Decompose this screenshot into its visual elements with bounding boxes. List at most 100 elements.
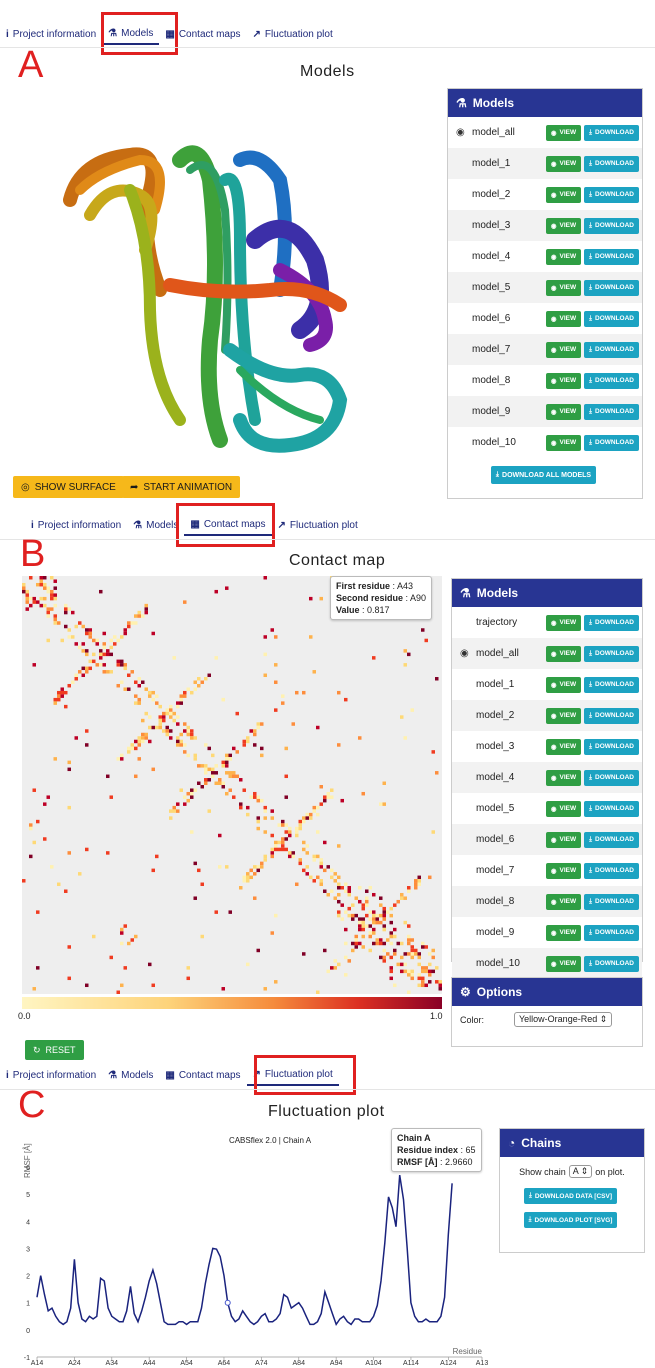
download-button[interactable]: ⤓ DOWNLOAD — [584, 124, 639, 141]
heatmap-cell — [214, 781, 218, 785]
download-button[interactable]: ⤓ DOWNLOAD — [584, 769, 639, 786]
heatmap-cell — [288, 851, 292, 855]
model-name: model_7 — [476, 865, 515, 876]
tab-project-information[interactable]: i Project information — [0, 23, 102, 45]
view-button[interactable]: ◉ VIEW — [545, 310, 582, 327]
view-button[interactable]: ◉ VIEW — [545, 248, 582, 265]
download-button[interactable]: ⤓ DOWNLOAD — [584, 434, 639, 451]
heatmap-cell — [302, 868, 306, 873]
view-button[interactable]: ◉ VIEW — [545, 769, 582, 786]
download-button[interactable]: ⤓ DOWNLOAD — [584, 893, 639, 910]
view-button[interactable]: ◉ VIEW — [545, 186, 582, 203]
view-button[interactable]: ◉ VIEW — [545, 279, 582, 296]
divider — [0, 539, 655, 540]
tab-project-information[interactable]: i Project information — [0, 1064, 102, 1086]
view-button[interactable]: ◉ VIEW — [545, 155, 582, 172]
heatmap-cell — [368, 931, 372, 935]
heatmap-cell — [354, 934, 358, 939]
show-surface-button[interactable]: ◎ SHOW SURFACE — [13, 476, 124, 498]
download-plot-svg-button[interactable]: ⤓ DOWNLOAD PLOT [SVG] — [523, 1212, 618, 1228]
heatmap-cell — [204, 767, 208, 772]
view-button[interactable]: ◉ VIEW — [545, 614, 582, 631]
tab-fluctuation-plot[interactable]: ↗ Fluctuation plot — [247, 23, 339, 45]
heatmap-cell — [165, 732, 169, 737]
heatmap-cell — [74, 736, 78, 740]
view-button[interactable]: ◉ VIEW — [545, 955, 582, 972]
models-panel-a: ⚗ Models ◉ model_all ◉ VIEW ⤓ DOWNLOAD model_1 ◉… — [447, 88, 643, 499]
view-button[interactable]: ◉ VIEW — [545, 124, 582, 141]
heatmap-cell — [57, 882, 61, 887]
heatmap-cell — [249, 795, 253, 799]
heatmap-cell — [274, 847, 278, 852]
heatmap-cell — [256, 865, 260, 869]
download-button[interactable]: ⤓ DOWNLOAD — [584, 862, 639, 879]
download-button[interactable]: ⤓ DOWNLOAD — [584, 924, 639, 941]
heatmap-cell — [88, 628, 92, 632]
heatmap-cell — [253, 872, 257, 876]
heatmap-cell — [127, 673, 131, 678]
view-button[interactable]: ◉ VIEW — [545, 372, 582, 389]
download-data-csv-button[interactable]: ⤓ DOWNLOAD DATA [CSV] — [523, 1188, 618, 1204]
heatmap-cell — [428, 962, 432, 967]
view-button[interactable]: ◉ VIEW — [545, 676, 582, 693]
heatmap-cell — [302, 840, 306, 845]
heatmap-cell — [260, 861, 264, 866]
view-button[interactable]: ◉ VIEW — [545, 434, 582, 451]
view-button[interactable]: ◉ VIEW — [545, 831, 582, 848]
tab-fluctuation-plot[interactable]: ↗ Fluctuation plot — [272, 514, 364, 536]
heatmap-cell — [274, 663, 278, 667]
tab-contact-maps[interactable]: ▦ Contact maps — [159, 1064, 246, 1086]
heatmap-cell — [176, 715, 180, 719]
download-button[interactable]: ⤓ DOWNLOAD — [584, 155, 639, 172]
view-button[interactable]: ◉ VIEW — [545, 645, 582, 662]
flask-icon: ⚗ — [108, 1069, 118, 1081]
download-button[interactable]: ⤓ DOWNLOAD — [584, 186, 639, 203]
download-button[interactable]: ⤓ DOWNLOAD — [584, 955, 639, 972]
download-button[interactable]: ⤓ DOWNLOAD — [584, 279, 639, 296]
tab-models[interactable]: ⚗ Models — [102, 1064, 159, 1086]
download-button[interactable]: ⤓ DOWNLOAD — [584, 403, 639, 420]
view-button[interactable]: ◉ VIEW — [545, 738, 582, 755]
view-button[interactable]: ◉ VIEW — [545, 217, 582, 234]
download-button[interactable]: ⤓ DOWNLOAD — [584, 341, 639, 358]
heatmap-cell — [120, 680, 124, 684]
protein-3d-viewer[interactable] — [40, 120, 370, 480]
heatmap-cell — [438, 987, 442, 991]
download-button[interactable]: ⤓ DOWNLOAD — [584, 372, 639, 389]
download-button[interactable]: ⤓ DOWNLOAD — [584, 831, 639, 848]
start-animation-button[interactable]: ➦ START ANIMATION — [122, 476, 241, 498]
download-button[interactable]: ⤓ DOWNLOAD — [584, 676, 639, 693]
info-icon: i — [6, 28, 9, 40]
download-button[interactable]: ⤓ DOWNLOAD — [584, 645, 639, 662]
view-button[interactable]: ◉ VIEW — [545, 893, 582, 910]
view-button[interactable]: ◉ VIEW — [545, 403, 582, 420]
reset-button[interactable]: ↻ RESET — [25, 1040, 84, 1060]
view-button[interactable]: ◉ VIEW — [545, 924, 582, 941]
view-button[interactable]: ◉ VIEW — [545, 800, 582, 817]
download-button[interactable]: ⤓ DOWNLOAD — [584, 707, 639, 724]
heatmap-cell — [407, 969, 411, 974]
download-button[interactable]: ⤓ DOWNLOAD — [584, 800, 639, 817]
heatmap-cell — [144, 687, 148, 691]
view-button[interactable]: ◉ VIEW — [545, 862, 582, 879]
x-tick-label: A34 — [106, 1360, 119, 1367]
download-button[interactable]: ⤓ DOWNLOAD — [584, 614, 639, 631]
chain-select[interactable]: A ⇕ — [568, 1165, 593, 1178]
heatmap-cell — [158, 722, 162, 726]
heatmap-cell — [386, 910, 390, 914]
heatmap-cell — [305, 851, 309, 855]
heatmap-cell — [319, 802, 323, 806]
heatmap-cell — [176, 743, 180, 747]
view-button[interactable]: ◉ VIEW — [545, 707, 582, 724]
download-all-models-button[interactable]: ⤓ DOWNLOAD ALL MODELS — [490, 466, 597, 484]
download-button[interactable]: ⤓ DOWNLOAD — [584, 310, 639, 327]
heatmap-cell — [85, 670, 89, 674]
contact-map-heatmap[interactable] — [22, 576, 442, 994]
download-button[interactable]: ⤓ DOWNLOAD — [584, 217, 639, 234]
view-button[interactable]: ◉ VIEW — [545, 341, 582, 358]
color-select[interactable]: Yellow-Orange-Red ⇕ — [514, 1012, 613, 1027]
download-button[interactable]: ⤓ DOWNLOAD — [584, 248, 639, 265]
heatmap-cell — [232, 774, 236, 779]
download-button[interactable]: ⤓ DOWNLOAD — [584, 738, 639, 755]
heatmap-cell — [256, 826, 260, 831]
